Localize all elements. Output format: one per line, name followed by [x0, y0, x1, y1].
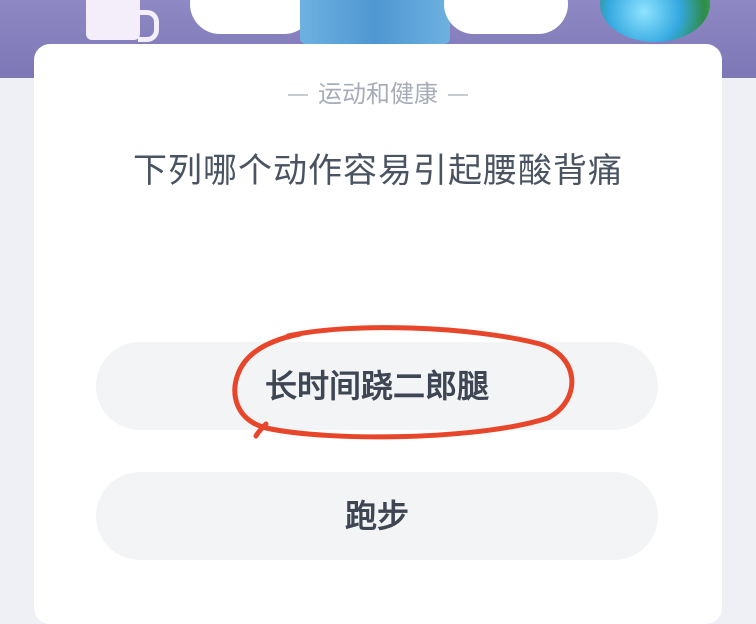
category-dash-left: [288, 94, 308, 96]
mug-handle-illustration: [138, 10, 159, 42]
mug-illustration: [86, 0, 140, 40]
answer-option-2-label: 跑步: [344, 497, 409, 535]
category-dash-right: [448, 94, 468, 96]
cloud-illustration-left: [190, 0, 314, 34]
answer-option-1[interactable]: 长时间跷二郎腿: [96, 342, 658, 430]
cloud-illustration-right: [444, 0, 568, 34]
quiz-category: 运动和健康: [0, 78, 756, 110]
answer-option-1-label: 长时间跷二郎腿: [264, 367, 489, 405]
quiz-question: 下列哪个动作容易引起腰酸背痛: [133, 151, 623, 191]
box-illustration: [300, 0, 450, 44]
quiz-category-label: 运动和健康: [318, 80, 438, 108]
answer-option-2[interactable]: 跑步: [96, 472, 658, 560]
globe-illustration: [600, 0, 710, 42]
